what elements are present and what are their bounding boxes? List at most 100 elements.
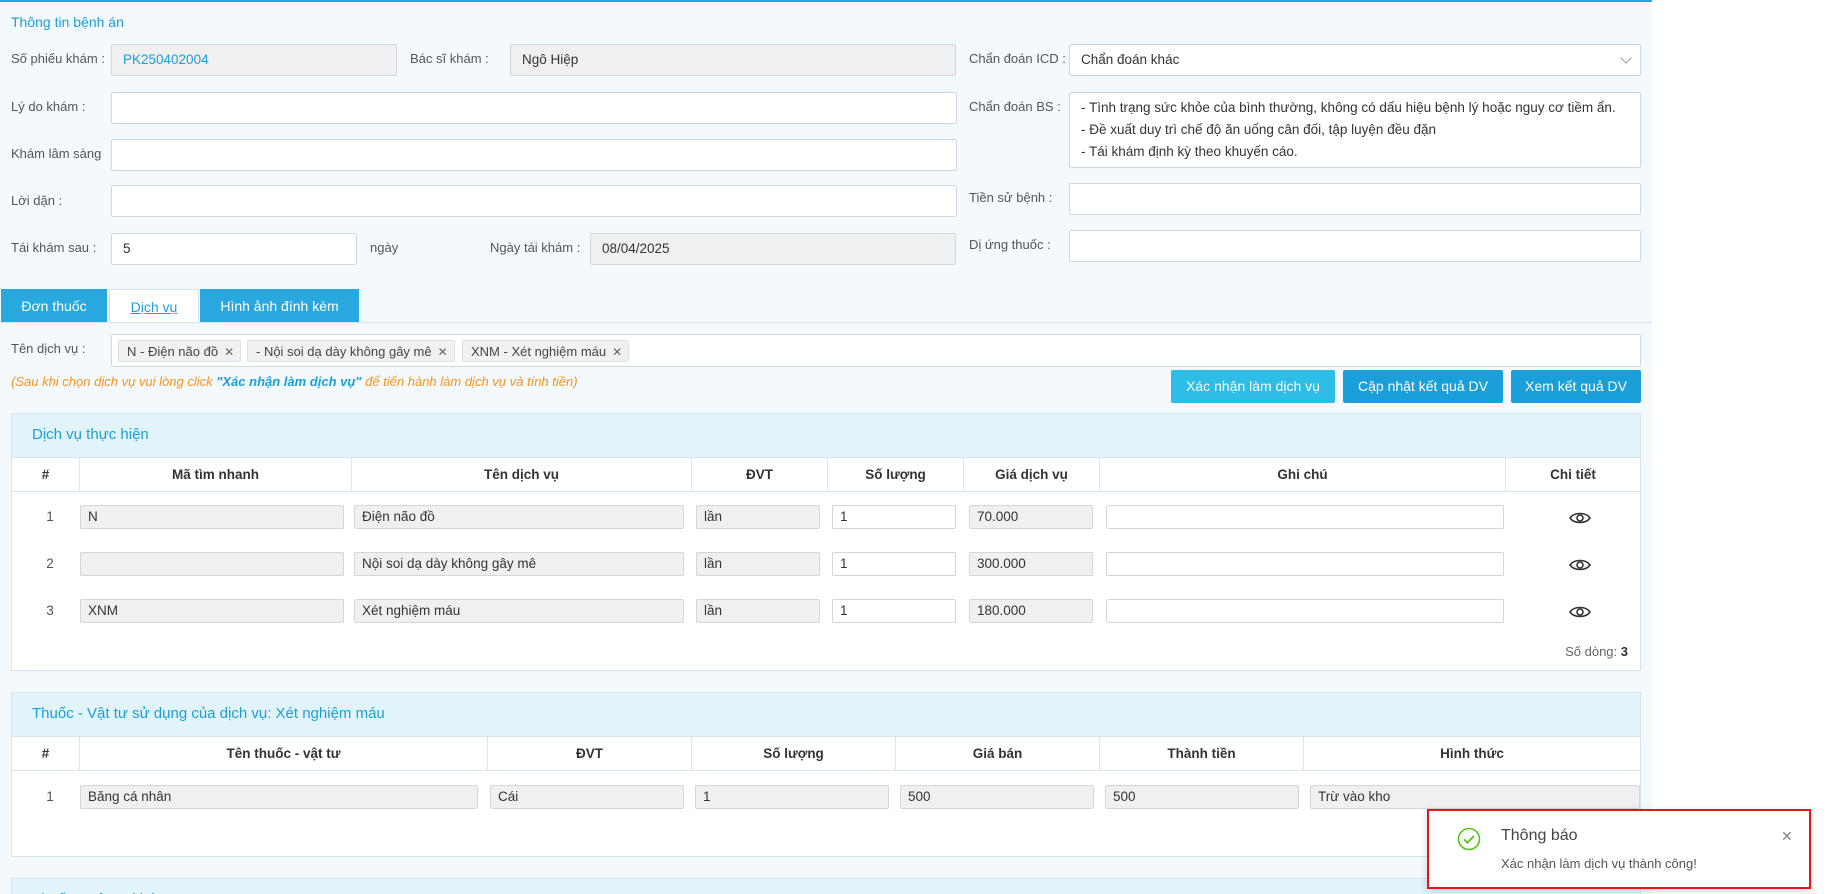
eye-icon[interactable] [1569, 511, 1591, 525]
col-header: Thành tiền [1100, 737, 1304, 770]
service-multiselect[interactable]: N - Điện não đồ ✕ - Nội soi dạ dày không … [111, 334, 1641, 367]
service-note: (Sau khi chọn dịch vụ vui lòng click "Xá… [11, 374, 578, 389]
tab-divider [0, 322, 1652, 323]
col-header: Tên dịch vụ [352, 458, 692, 491]
col-header: # [12, 458, 80, 491]
so-phieu-field[interactable]: PK250402004 [111, 44, 397, 76]
total-field[interactable]: 500 [1105, 785, 1299, 809]
di-ung-input[interactable] [1069, 230, 1641, 262]
toast-message: Xác nhận làm dịch vụ thành công! [1501, 856, 1697, 871]
price-field[interactable]: 70.000 [969, 505, 1093, 529]
qty-input[interactable]: 1 [832, 505, 956, 529]
ten-dich-vu-label: Tên dịch vụ : [11, 341, 86, 356]
note-suffix: để tiến hành làm dịch vụ và tính tiền) [361, 374, 578, 389]
ly-do-label: Lý do khám : [11, 99, 86, 114]
unit-field[interactable]: lần [696, 552, 820, 576]
row-count-value: 3 [1620, 644, 1628, 659]
col-header: Giá dịch vụ [964, 458, 1100, 491]
loi-dan-input[interactable] [111, 185, 957, 217]
note-input[interactable] [1106, 505, 1504, 529]
remove-tag-icon[interactable]: ✕ [438, 345, 448, 359]
col-header: Mã tìm nhanh [80, 458, 352, 491]
note-link: "Xác nhận làm dịch vụ" [216, 374, 362, 389]
unit-field[interactable]: Cái [490, 785, 684, 809]
supply-table-title: Thuốc - Vật tư sử dụng của dịch vụ: Xét … [12, 693, 1640, 737]
chan-doan-bs-textarea[interactable]: - Tình trạng sức khỏe của bình thường, k… [1069, 92, 1641, 168]
tien-su-label: Tiền sử bệnh : [969, 190, 1053, 205]
service-name-field[interactable]: Nội soi dạ dày không gây mê [354, 552, 684, 576]
supply-name-field[interactable]: Băng cá nhân [80, 785, 478, 809]
tab-don-thuoc[interactable]: Đơn thuốc [1, 289, 107, 323]
row-index: 1 [46, 789, 54, 804]
other-supply-title: Thuốc - Vật tư khác [12, 879, 1640, 894]
supply-table-header: # Tên thuốc - vật tư ĐVT Số lượng Giá bá… [12, 737, 1640, 771]
service-tag: - Nội soi dạ dày không gây mê ✕ [247, 340, 455, 362]
tab-hinh-anh[interactable]: Hình ảnh đính kèm [200, 289, 359, 323]
col-header: Chi tiết [1550, 467, 1596, 482]
di-ung-label: Dị ứng thuốc : [969, 237, 1051, 252]
close-icon[interactable]: ✕ [1781, 828, 1793, 845]
section-title: Thông tin bệnh án [11, 14, 124, 30]
remove-tag-icon[interactable]: ✕ [224, 345, 234, 359]
unit-field[interactable]: lần [696, 599, 820, 623]
tab-dich-vu[interactable]: Dịch vụ [109, 289, 199, 323]
service-table-panel: Dịch vụ thực hiện # Mã tìm nhanh Tên dịc… [11, 413, 1641, 671]
toast-title: Thông báo [1501, 827, 1578, 844]
service-table-header: # Mã tìm nhanh Tên dịch vụ ĐVT Số lượng … [12, 458, 1640, 492]
tai-kham-unit: ngày [370, 240, 399, 255]
code-field[interactable]: N [80, 505, 344, 529]
check-circle-icon [1457, 827, 1481, 851]
qty-input[interactable]: 1 [832, 599, 956, 623]
code-field[interactable] [80, 552, 344, 576]
note-input[interactable] [1106, 599, 1504, 623]
note-input[interactable] [1106, 552, 1504, 576]
bac-si-label: Bác sĩ khám : [410, 51, 489, 66]
eye-icon[interactable] [1569, 605, 1591, 619]
ngay-tai-kham-field[interactable]: 08/04/2025 [590, 233, 956, 265]
code-field[interactable]: XNM [80, 599, 344, 623]
confirm-service-button[interactable]: Xác nhận làm dịch vụ [1171, 370, 1335, 403]
col-header: Ghi chú [1100, 458, 1506, 491]
col-header: Số lượng [828, 458, 964, 491]
qty-input[interactable]: 1 [832, 552, 956, 576]
service-name-field[interactable]: Điện não đồ [354, 505, 684, 529]
update-result-button[interactable]: Cập nhật kết quả DV [1343, 370, 1503, 403]
tien-su-input[interactable] [1069, 183, 1641, 215]
service-tag-label: N - Điện não đồ [127, 344, 219, 359]
row-count-label: Số dòng: [1565, 644, 1618, 659]
view-result-button[interactable]: Xem kết quả DV [1511, 370, 1641, 403]
kham-ls-label: Khám lâm sàng [11, 146, 102, 161]
bac-si-field[interactable]: Ngô Hiệp [510, 44, 956, 76]
service-tag: XNM - Xét nghiệm máu ✕ [462, 340, 630, 362]
service-name-field[interactable]: Xét nghiệm máu [354, 599, 684, 623]
remove-tag-icon[interactable]: ✕ [612, 345, 622, 359]
method-field[interactable]: Trừ vào kho [1310, 785, 1640, 809]
price-field[interactable]: 500 [900, 785, 1094, 809]
note-prefix: (Sau khi chọn dịch vụ vui lòng click [11, 374, 217, 389]
col-header: Tên thuốc - vật tư [80, 737, 488, 770]
price-field[interactable]: 180.000 [969, 599, 1093, 623]
col-header: ĐVT [488, 737, 692, 770]
ngay-tai-kham-label: Ngày tái khám : [490, 240, 581, 255]
kham-ls-input[interactable] [111, 139, 957, 171]
row-index: 1 [46, 509, 54, 524]
eye-icon[interactable] [1569, 558, 1591, 572]
service-tag-label: XNM - Xét nghiệm máu [471, 344, 607, 359]
medical-record-page: Thông tin bệnh án Số phiếu khám : PK2504… [0, 0, 1652, 894]
qty-field[interactable]: 1 [695, 785, 889, 809]
unit-field[interactable]: lần [696, 505, 820, 529]
loi-dan-label: Lời dặn : [11, 193, 63, 208]
col-header: # [12, 737, 80, 770]
col-header: Số lượng [692, 737, 896, 770]
ly-do-input[interactable] [111, 92, 957, 124]
tai-kham-input[interactable]: 5 [111, 233, 357, 265]
row-count: Số dòng: 3 [1565, 644, 1628, 659]
icd-label: Chẩn đoán ICD : [969, 51, 1066, 66]
row-index: 2 [46, 556, 54, 571]
chan-doan-bs-label: Chẩn đoán BS : [969, 99, 1061, 114]
service-table-title: Dịch vụ thực hiện [12, 414, 1640, 458]
price-field[interactable]: 300.000 [969, 552, 1093, 576]
success-toast: Thông báo Xác nhận làm dịch vụ thành côn… [1427, 809, 1811, 889]
so-phieu-label: Số phiếu khám : [11, 51, 105, 66]
icd-select[interactable]: Chẩn đoán khác [1069, 44, 1641, 76]
